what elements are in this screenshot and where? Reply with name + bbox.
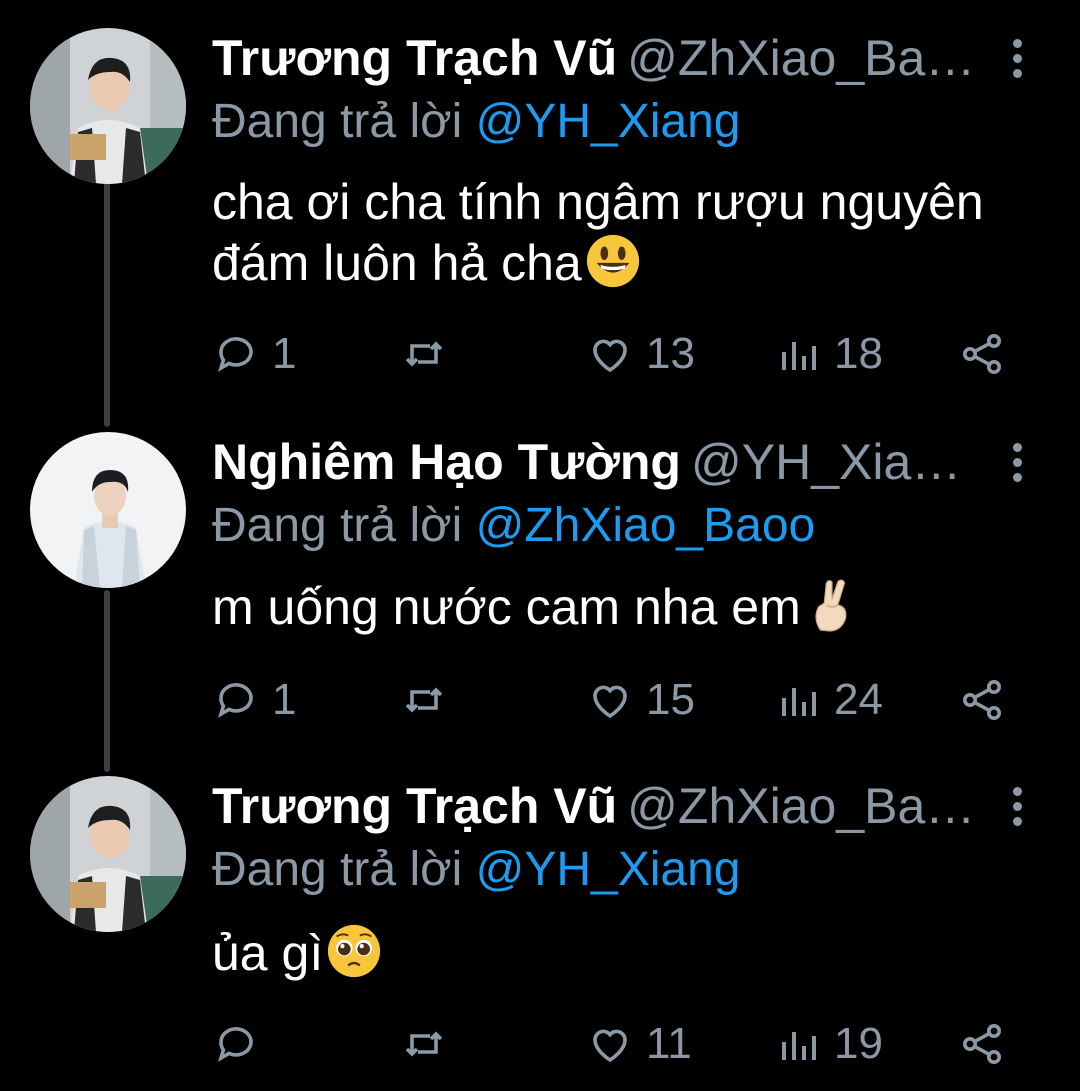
tweet-actions: 1 13 18 — [212, 326, 1012, 382]
retweet-button[interactable] — [400, 326, 460, 382]
tweet-text: ủa gì — [212, 922, 1052, 983]
views-button[interactable]: 24 — [774, 672, 883, 728]
replying-label: Đang trả lời — [212, 499, 463, 552]
share-button[interactable] — [958, 1016, 1006, 1072]
reply-button[interactable]: 1 — [212, 326, 296, 382]
replying-label: Đang trả lời — [212, 95, 463, 148]
tweet-text: m uống nước cam nha em — [212, 576, 1052, 637]
tweet-text-line: cha ơi cha tính ngâm rượu nguyên — [212, 174, 984, 230]
mention-link[interactable]: @YH_Xiang — [476, 843, 741, 896]
replying-to: Đang trả lời @YH_Xiang — [212, 842, 740, 898]
mention-link[interactable]: @YH_Xiang — [476, 95, 741, 148]
view-count: 24 — [834, 675, 883, 724]
tweet-header: Trương Trạch Vũ @ZhXiao_Ba… — [212, 776, 992, 836]
tweet-text-line: đám luôn hả cha — [212, 235, 582, 291]
heart-icon — [593, 1029, 627, 1063]
author-handle[interactable]: @YH_Xia… — [691, 434, 961, 490]
tweet-text: cha ơi cha tính ngâm rượu nguyên đám luô… — [212, 172, 1052, 293]
retweet-icon — [405, 687, 443, 713]
more-options-icon[interactable] — [1000, 776, 1034, 836]
views-icon — [782, 342, 816, 370]
views-icon — [782, 688, 816, 716]
replying-to: Đang trả lời @ZhXiao_Baoo — [212, 498, 815, 554]
views-button[interactable]: 19 — [774, 1016, 883, 1072]
replying-to: Đang trả lời @YH_Xiang — [212, 94, 740, 150]
like-count: 15 — [646, 675, 695, 724]
retweet-button[interactable] — [400, 672, 460, 728]
reply-icon — [217, 683, 253, 718]
avatar[interactable] — [30, 776, 186, 932]
tweet-actions: 11 19 — [212, 1016, 1012, 1072]
tweet-text-line: m uống nước cam nha em — [212, 579, 801, 635]
more-options-icon[interactable] — [1000, 28, 1034, 88]
author-handle[interactable]: @ZhXiao_Ba… — [627, 778, 975, 834]
author-name[interactable]: Nghiêm Hạo Tường — [212, 434, 681, 490]
mention-link[interactable]: @ZhXiao_Baoo — [476, 499, 816, 552]
reply-button[interactable]: 1 — [212, 672, 296, 728]
like-button[interactable]: 11 — [586, 1016, 692, 1072]
tweet-header: Nghiêm Hạo Tường @YH_Xia… — [212, 432, 992, 492]
avatar[interactable] — [30, 28, 186, 184]
more-options-icon[interactable] — [1000, 432, 1034, 492]
crossed-fingers-emoji — [815, 579, 847, 632]
replying-label: Đang trả lời — [212, 843, 463, 896]
like-count: 11 — [646, 1019, 692, 1068]
tweet-text-line: ủa gì — [212, 925, 324, 981]
share-button[interactable] — [958, 672, 1006, 728]
like-button[interactable]: 13 — [586, 326, 695, 382]
author-name[interactable]: Trương Trạch Vũ — [212, 778, 617, 834]
retweet-button[interactable] — [400, 1016, 460, 1072]
views-button[interactable]: 18 — [774, 326, 883, 382]
like-count: 13 — [646, 329, 695, 378]
author-name[interactable]: Trương Trạch Vũ — [212, 30, 617, 86]
share-icon — [963, 1024, 1001, 1064]
views-icon — [782, 1032, 816, 1060]
share-button[interactable] — [958, 326, 1006, 382]
view-count: 19 — [834, 1019, 883, 1068]
thread-line — [104, 182, 110, 427]
tweet-header: Trương Trạch Vũ @ZhXiao_Ba… — [212, 28, 992, 88]
reply-count: 1 — [272, 329, 297, 378]
reply-icon — [217, 1027, 253, 1062]
tweet-actions: 1 15 24 — [212, 672, 1012, 728]
view-count: 18 — [834, 329, 883, 378]
reply-count: 1 — [272, 675, 297, 724]
share-icon — [963, 680, 1001, 720]
author-handle[interactable]: @ZhXiao_Ba… — [627, 30, 975, 86]
smiley-emoji — [586, 234, 639, 288]
heart-icon — [593, 339, 627, 373]
retweet-icon — [405, 341, 443, 367]
thread-line — [104, 590, 110, 772]
heart-icon — [593, 685, 627, 719]
reply-button[interactable] — [212, 1016, 272, 1072]
avatar[interactable] — [30, 432, 186, 588]
retweet-icon — [405, 1031, 443, 1057]
like-button[interactable]: 15 — [586, 672, 695, 728]
share-icon — [963, 334, 1001, 374]
reply-icon — [217, 337, 253, 372]
pleading-face-emoji — [328, 924, 381, 978]
